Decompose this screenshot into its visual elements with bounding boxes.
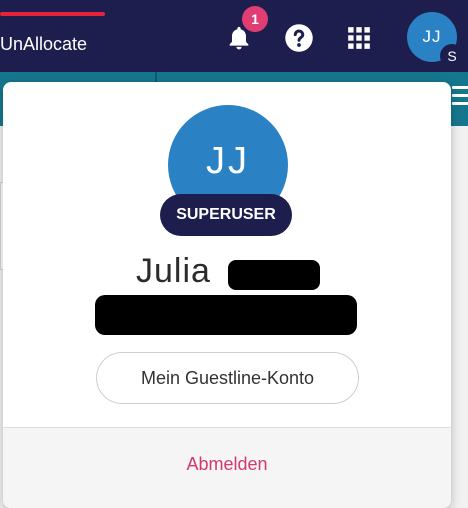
help-icon: [285, 24, 313, 52]
top-header: UnAllocate 1 JJ S: [0, 0, 468, 72]
my-account-button[interactable]: Mein Guestline-Konto: [96, 352, 359, 404]
redacted-surname: [228, 260, 320, 290]
user-first-name: Julia: [136, 252, 211, 290]
active-indicator-line: [0, 12, 105, 16]
user-role-letter-badge: S: [440, 44, 464, 68]
profile-popup: JJ SUPERUSER Julia Mein Guestline-Konto …: [3, 82, 451, 508]
role-badge: SUPERUSER: [160, 194, 292, 236]
logout-button[interactable]: Abmelden: [3, 454, 451, 475]
menu-icon[interactable]: [452, 86, 468, 110]
redacted-email: [95, 295, 357, 335]
apps-menu-button[interactable]: [343, 22, 375, 54]
app-title[interactable]: UnAllocate: [0, 34, 87, 55]
help-button[interactable]: [283, 22, 315, 54]
apps-grid-icon: [348, 27, 370, 49]
popup-footer: Abmelden: [3, 428, 451, 508]
notification-count-badge: 1: [242, 6, 268, 32]
